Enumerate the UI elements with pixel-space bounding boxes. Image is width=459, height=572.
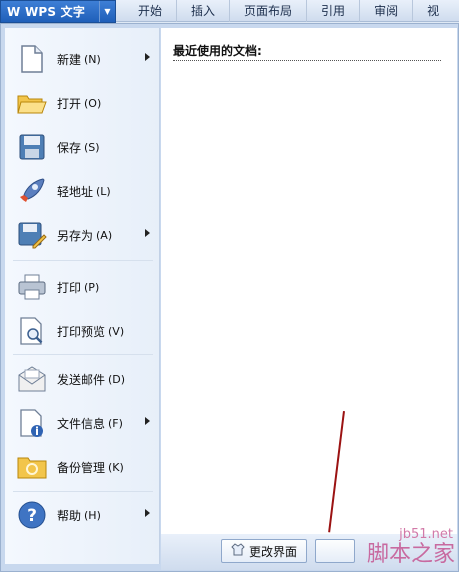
menu-item-new[interactable]: 新建 (N) [5,38,160,80]
mail-icon [17,364,47,394]
help-icon: ? [17,500,47,530]
ribbon-tabs: 开始 插入 页面布局 引用 审阅 视 [124,0,439,22]
menu-separator [13,354,153,355]
rocket-icon [17,176,47,206]
menu-item-accel: (A) [96,228,113,242]
file-info-icon [17,408,47,438]
menu-item-accel: (O) [84,96,102,110]
tab-view[interactable]: 视 [413,0,439,22]
menu-item-light-address[interactable]: 轻地址 (L) [5,170,160,212]
app-menu-panel: 新建 (N) 打开 (O) 保存 (S) 轻地址 (L) 另存为 (A) 打印 … [0,23,459,572]
submenu-arrow-icon [145,53,150,61]
ribbon-tab-bar: W WPS 文字 ▼ 开始 插入 页面布局 引用 审阅 视 [0,0,459,23]
menu-item-accel: (F) [108,416,123,430]
menu-item-accel: (D) [108,372,126,386]
exit-button[interactable] [315,539,355,563]
menu-item-label: 新建 [57,52,82,67]
menu-item-send-mail[interactable]: 发送邮件 (D) [5,358,160,400]
menu-item-label: 文件信息 [57,416,106,431]
app-menu-dropdown-icon[interactable]: ▼ [99,1,115,22]
menu-item-print-preview[interactable]: 打印预览 (V) [5,310,160,352]
menu-item-save[interactable]: 保存 (S) [5,126,160,168]
save-icon [17,132,47,162]
menu-item-label: 另存为 [57,228,94,243]
svg-text:?: ? [27,506,37,526]
menu-item-accel: (P) [84,280,100,294]
submenu-arrow-icon [145,229,150,237]
recent-title-divider [173,60,441,61]
tab-insert[interactable]: 插入 [177,0,231,22]
menu-item-label: 备份管理 [57,460,106,475]
menu-item-label: 发送邮件 [57,372,106,387]
watermark-name: 脚本之家 [366,542,455,567]
change-interface-label: 更改界面 [248,544,297,559]
submenu-arrow-icon [145,417,150,425]
new-document-icon [17,44,47,74]
recent-documents-title: 最近使用的文档: [173,44,262,58]
menu-separator [13,491,153,492]
menu-item-accel: (N) [84,52,101,66]
menu-item-print[interactable]: 打印 (P) [5,266,160,308]
menu-item-backup-manage[interactable]: 备份管理 (K) [5,446,160,488]
save-as-icon [17,220,47,250]
folder-open-icon [17,88,47,118]
change-interface-button[interactable]: 更改界面 [221,539,307,563]
menu-item-accel: (L) [96,184,111,198]
annotation-line [328,411,345,533]
menu-item-help[interactable]: ? 帮助 (H) [5,494,160,536]
printer-icon [17,272,47,302]
print-preview-icon [17,316,47,346]
menu-item-accel: (H) [84,508,101,522]
recent-documents-panel: 最近使用的文档: [161,28,457,534]
tab-references[interactable]: 引用 [307,0,361,22]
menu-item-label: 帮助 [57,508,82,523]
wps-logo-icon: W [7,4,21,19]
shirt-icon [231,543,245,559]
app-title: WPS 文字 [25,5,86,19]
menu-item-save-as[interactable]: 另存为 (A) [5,214,160,256]
menu-item-label: 轻地址 [57,184,94,199]
menu-item-label: 打印预览 [57,324,106,339]
menu-item-label: 打开 [57,96,82,111]
menu-item-file-info[interactable]: 文件信息 (F) [5,402,160,444]
menu-item-accel: (V) [108,324,125,338]
backup-folder-icon [17,452,47,482]
file-menu-list: 新建 (N) 打开 (O) 保存 (S) 轻地址 (L) 另存为 (A) 打印 … [5,28,160,564]
menu-item-open[interactable]: 打开 (O) [5,82,160,124]
tab-home[interactable]: 开始 [124,0,178,22]
menu-item-label: 保存 [57,140,82,155]
wps-app-menu-button[interactable]: W WPS 文字 ▼ [0,0,116,23]
menu-item-label: 打印 [57,280,82,295]
tab-review[interactable]: 审阅 [360,0,414,22]
submenu-arrow-icon [145,509,150,517]
menu-item-accel: (S) [84,140,100,154]
menu-item-accel: (K) [108,460,124,474]
menu-separator [13,260,153,261]
tab-page-layout[interactable]: 页面布局 [230,0,308,22]
